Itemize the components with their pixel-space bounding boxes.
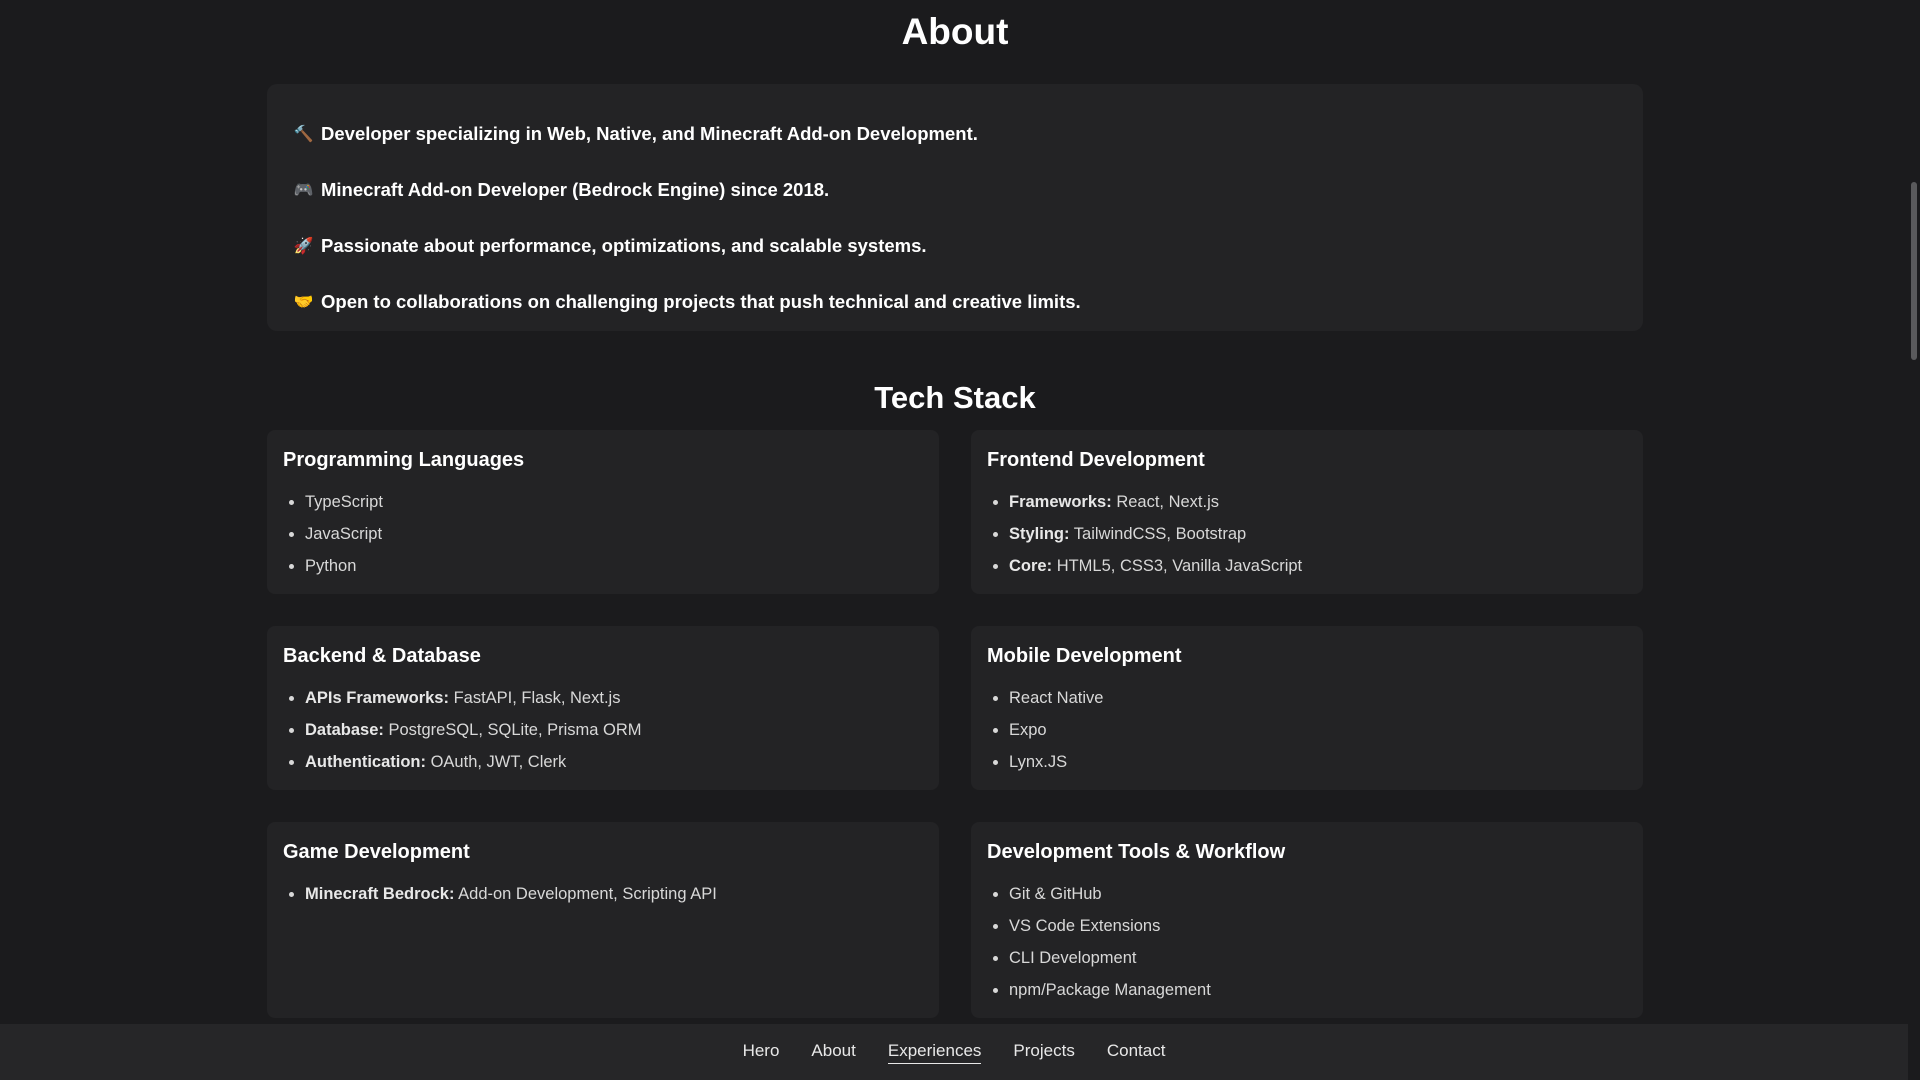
about-card: 🔨 Developer specializing in Web, Native,… xyxy=(267,84,1643,331)
item-value: npm/Package Management xyxy=(1009,981,1211,999)
list-item: Styling: TailwindCSS, Bootstrap xyxy=(1009,518,1627,550)
item-value: FastAPI, Flask, Next.js xyxy=(453,689,621,707)
tech-card-game-development: Game Development Minecraft Bedrock: Add-… xyxy=(267,822,939,1018)
rocket-icon: 🚀 xyxy=(293,237,314,255)
page: About 🔨 Developer specializing in Web, N… xyxy=(0,0,1920,1080)
list-item: Frameworks: React, Next.js xyxy=(1009,486,1627,518)
item-value: Git & GitHub xyxy=(1009,885,1102,903)
gamepad-icon: 🎮 xyxy=(293,181,314,199)
vertical-scrollbar[interactable] xyxy=(1908,0,1920,1080)
item-value: React, Next.js xyxy=(1116,493,1220,511)
item-label: APIs Frameworks: xyxy=(305,689,449,707)
about-line: 🔨 Developer specializing in Web, Native,… xyxy=(293,106,1617,162)
item-label: Core: xyxy=(1009,557,1053,575)
list-item: npm/Package Management xyxy=(1009,974,1627,1006)
about-line: 🚀 Passionate about performance, optimiza… xyxy=(293,218,1617,274)
card-title: Backend & Database xyxy=(283,645,481,667)
list-item: Minecraft Bedrock: Add-on Development, S… xyxy=(305,878,923,910)
about-line-text: Passionate about performance, optimizati… xyxy=(321,235,927,256)
item-value: HTML5, CSS3, Vanilla JavaScript xyxy=(1056,557,1303,575)
item-value: TypeScript xyxy=(305,493,383,511)
tech-list: Minecraft Bedrock: Add-on Development, S… xyxy=(283,878,923,910)
item-label: Minecraft Bedrock: xyxy=(305,885,455,903)
card-title: Development Tools & Workflow xyxy=(987,841,1286,863)
item-value: OAuth, JWT, Clerk xyxy=(430,753,567,771)
list-item: Git & GitHub xyxy=(1009,878,1627,910)
about-title: About xyxy=(901,11,1009,52)
nav-link-about[interactable]: About xyxy=(811,1041,855,1063)
list-item: Authentication: OAuth, JWT, Clerk xyxy=(305,746,923,778)
tech-list: Git & GitHub VS Code Extensions CLI Deve… xyxy=(987,878,1627,1006)
item-value: React Native xyxy=(1009,689,1104,707)
list-item: Database: PostgreSQL, SQLite, Prisma ORM xyxy=(305,714,923,746)
nav-link-experiences[interactable]: Experiences xyxy=(887,1041,982,1064)
card-title: Game Development xyxy=(283,841,470,863)
about-line-text: Open to collaborations on challenging pr… xyxy=(321,291,1081,312)
tech-card-backend-database: Backend & Database APIs Frameworks: Fast… xyxy=(267,626,939,790)
list-item: CLI Development xyxy=(1009,942,1627,974)
tech-stack-grid: Programming Languages TypeScript JavaScr… xyxy=(267,430,1643,1018)
tech-stack-title: Tech Stack xyxy=(874,380,1036,415)
about-line-text: Minecraft Add-on Developer (Bedrock Engi… xyxy=(321,179,830,200)
tech-list: Frameworks: React, Next.js Styling: Tail… xyxy=(987,486,1627,582)
item-value: VS Code Extensions xyxy=(1009,917,1161,935)
item-label: Styling: xyxy=(1009,525,1070,543)
tech-card-frontend-development: Frontend Development Frameworks: React, … xyxy=(971,430,1643,594)
about-line: 🤝 Open to collaborations on challenging … xyxy=(293,274,1617,330)
tech-card-programming-languages: Programming Languages TypeScript JavaScr… xyxy=(267,430,939,594)
scrollbar-thumb[interactable] xyxy=(1911,182,1917,360)
about-line-text: Developer specializing in Web, Native, a… xyxy=(321,123,978,144)
list-item: JavaScript xyxy=(305,518,923,550)
list-item: VS Code Extensions xyxy=(1009,910,1627,942)
main-content: About 🔨 Developer specializing in Web, N… xyxy=(267,0,1643,1018)
item-value: CLI Development xyxy=(1009,949,1137,967)
item-value: PostgreSQL, SQLite, Prisma ORM xyxy=(388,721,642,739)
tech-list: TypeScript JavaScript Python xyxy=(283,486,923,582)
item-value: Add-on Development, Scripting API xyxy=(458,885,717,903)
item-label: Authentication: xyxy=(305,753,426,771)
card-title: Programming Languages xyxy=(283,449,525,471)
card-title: Mobile Development xyxy=(987,645,1182,667)
nav-link-projects[interactable]: Projects xyxy=(1013,1041,1074,1063)
card-title: Frontend Development xyxy=(987,449,1205,471)
list-item: Expo xyxy=(1009,714,1627,746)
handshake-icon: 🤝 xyxy=(293,293,314,311)
tech-card-development-tools: Development Tools & Workflow Git & GitHu… xyxy=(971,822,1643,1018)
list-item: APIs Frameworks: FastAPI, Flask, Next.js xyxy=(305,682,923,714)
item-label: Frameworks: xyxy=(1009,493,1112,511)
bottom-nav: Hero About Experiences Projects Contact xyxy=(0,1024,1908,1080)
nav-link-contact[interactable]: Contact xyxy=(1107,1041,1166,1063)
list-item: TypeScript xyxy=(305,486,923,518)
tech-card-mobile-development: Mobile Development React Native Expo Lyn… xyxy=(971,626,1643,790)
item-value: Python xyxy=(305,557,357,575)
item-value: Lynx.JS xyxy=(1009,753,1068,771)
nav-link-hero[interactable]: Hero xyxy=(743,1041,780,1063)
item-value: TailwindCSS, Bootstrap xyxy=(1073,525,1247,543)
list-item: React Native xyxy=(1009,682,1627,714)
tech-list: APIs Frameworks: FastAPI, Flask, Next.js… xyxy=(283,682,923,778)
hammer-icon: 🔨 xyxy=(293,125,314,143)
list-item: Python xyxy=(305,550,923,582)
list-item: Lynx.JS xyxy=(1009,746,1627,778)
item-value: Expo xyxy=(1009,721,1047,739)
item-value: JavaScript xyxy=(305,525,383,543)
item-label: Database: xyxy=(305,721,384,739)
tech-list: React Native Expo Lynx.JS xyxy=(987,682,1627,778)
about-line: 🎮 Minecraft Add-on Developer (Bedrock En… xyxy=(293,162,1617,218)
list-item: Core: HTML5, CSS3, Vanilla JavaScript xyxy=(1009,550,1627,582)
